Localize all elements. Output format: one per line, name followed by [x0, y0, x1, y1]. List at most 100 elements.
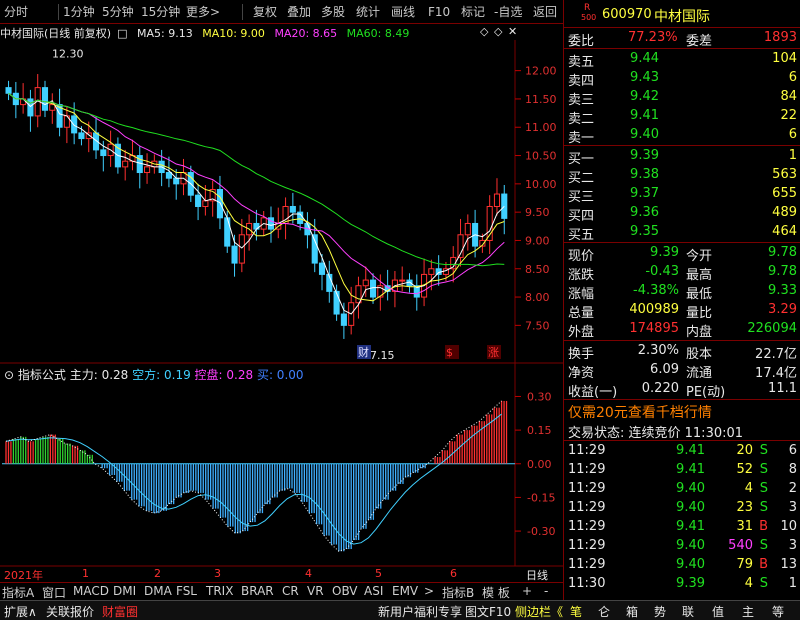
tool-lun[interactable]: 仑	[598, 603, 610, 620]
tool-bi[interactable]: 笔	[570, 603, 582, 620]
tool-xiang[interactable]: 箱	[626, 603, 638, 620]
tool-zhu[interactable]: 主	[742, 603, 754, 620]
tool-deng[interactable]: 等	[772, 603, 784, 620]
tick-row[interactable]: 11:29 9.40 23 S 3	[564, 499, 800, 518]
candle-body	[41, 87, 49, 111]
wealth-circle-button[interactable]: 财富圈	[102, 603, 138, 620]
related-quote-button[interactable]: 关联报价	[46, 603, 94, 620]
ma60-label: MA60: 8.49	[346, 27, 410, 40]
candle-body	[195, 194, 202, 207]
tick-row[interactable]: 11:29 9.41 20 S 6	[564, 442, 800, 461]
back-button[interactable]: 返回	[533, 3, 557, 21]
tab-more[interactable]: 更多>	[186, 3, 220, 21]
tick-row[interactable]: 11:30 9.39 4 S 1	[564, 575, 800, 594]
f10-graphic-button[interactable]: 图文F10	[465, 603, 511, 620]
low-price-label: 7.15	[370, 349, 395, 362]
promo-link[interactable]: 仅需20元查看千档行情	[568, 402, 712, 422]
bid-row[interactable]: 买三 9.37 655	[564, 185, 800, 205]
fund-row[interactable]: 换手 2.30% 股本 22.7亿	[564, 342, 800, 362]
tick-row[interactable]: 11:29 9.40 540 S 3	[564, 537, 800, 556]
ask-price: 9.42	[630, 89, 659, 104]
tab-5min[interactable]: 5分钟	[102, 3, 134, 21]
ask-row[interactable]: 卖四 9.43 6	[564, 69, 800, 89]
quote-row[interactable]: 涨跌 -0.43 最高 9.78	[564, 263, 800, 283]
zoom-in-button[interactable]: +	[522, 584, 532, 598]
quote-row[interactable]: 外盘 174895 内盘 226094	[564, 320, 800, 340]
tab-macd[interactable]: MACD	[73, 584, 109, 598]
favorites-button[interactable]: -自选	[494, 3, 522, 21]
overlay-button[interactable]: 叠加	[287, 3, 311, 21]
fund-value: 11.1	[768, 381, 797, 396]
new-user-benefit-link[interactable]: 新用户福利专享	[378, 603, 462, 620]
tick-price: 9.41	[676, 443, 705, 458]
quote-row[interactable]: 现价 9.39 今开 9.78	[564, 244, 800, 264]
tab-asi[interactable]: ASI	[364, 584, 383, 598]
indicator-title[interactable]: 指标公式	[18, 368, 66, 382]
tick-row[interactable]: 11:29 9.40 4 S 2	[564, 480, 800, 499]
ask-level-label: 卖一	[568, 131, 595, 146]
tab-trix[interactable]: TRIX	[206, 584, 233, 598]
stock-code: 600970	[602, 7, 652, 22]
ask-row[interactable]: 卖一 9.40 6	[564, 126, 800, 146]
bid-row[interactable]: 买五 9.35 464	[564, 223, 800, 243]
diamond-icon[interactable]: ◇	[480, 25, 488, 38]
tab-fenshi[interactable]: 分时	[4, 3, 28, 21]
square-icon[interactable]: □	[117, 27, 127, 40]
tab-emv[interactable]: EMV	[392, 584, 418, 598]
tab-indicator-b[interactable]: 指标B	[442, 584, 474, 601]
circle-down-icon[interactable]: ⊙	[4, 368, 14, 382]
chart-labels: 12.30 7.15财 $ 涨	[52, 48, 501, 362]
tick-row[interactable]: 11:29 9.41 52 S 8	[564, 461, 800, 480]
bid-row[interactable]: 买四 9.36 489	[564, 204, 800, 224]
tab-obv[interactable]: OBV	[332, 584, 358, 598]
tab-15min[interactable]: 15分钟	[141, 3, 180, 21]
mark-button[interactable]: 标记	[461, 3, 485, 21]
period-label[interactable]: 日线	[526, 567, 548, 583]
ask-volume: 22	[780, 108, 797, 123]
ask-row[interactable]: 卖三 9.42 84	[564, 88, 800, 108]
tab-cr[interactable]: CR	[282, 584, 299, 598]
expand-button[interactable]: 扩展∧	[4, 603, 37, 620]
diamond-icon[interactable]: ◇	[494, 25, 502, 38]
tab-template[interactable]: 模 板	[482, 584, 510, 601]
tick-row[interactable]: 11:29 9.40 79 B 13	[564, 556, 800, 575]
zoom-out-button[interactable]: -	[544, 584, 548, 598]
ask-row[interactable]: 卖二 9.41 22	[564, 107, 800, 127]
quote-row[interactable]: 总量 400989 量比 3.29	[564, 301, 800, 321]
price-tick-label: 8.00	[525, 291, 550, 304]
fund-row[interactable]: 收益(一) 0.220 PE(动) 11.1	[564, 380, 800, 400]
quote-label: 内盘	[686, 325, 713, 340]
stats-button[interactable]: 统计	[356, 3, 380, 21]
chevron-right-icon[interactable]: >	[424, 584, 434, 598]
sidebar-toggle-button[interactable]: 侧边栏《	[515, 603, 563, 620]
bid-row[interactable]: 买一 9.39 1	[564, 147, 800, 167]
tab-dma[interactable]: DMA	[144, 584, 172, 598]
draw-button[interactable]: 画线	[391, 3, 415, 21]
close-icon[interactable]: ✕	[508, 25, 517, 38]
tab-fsl[interactable]: FSL	[176, 584, 197, 598]
quote-row[interactable]: 涨幅 -4.38% 最低 9.33	[564, 282, 800, 302]
tab-window[interactable]: 窗口	[42, 584, 66, 601]
ask-row[interactable]: 卖五 9.44 104	[564, 50, 800, 70]
stock-header: R 500 600970 中材国际	[564, 3, 800, 25]
kline-chart[interactable]: 12.0011.5011.0010.5010.009.509.008.508.0…	[0, 40, 563, 582]
tick-row[interactable]: 11:29 9.41 31 B 10	[564, 518, 800, 537]
tab-brar[interactable]: BRAR	[241, 584, 274, 598]
f10-button[interactable]: F10	[428, 3, 450, 21]
fund-row[interactable]: 净资 6.09 流通 17.4亿	[564, 361, 800, 381]
tab-indicator-a[interactable]: 指标A	[2, 584, 34, 601]
promo-row[interactable]: 仅需20元查看千档行情	[564, 401, 800, 422]
candle-body	[399, 279, 406, 282]
multi-stock-button[interactable]: 多股	[321, 3, 345, 21]
candle-body	[340, 313, 347, 326]
tool-lian[interactable]: 联	[682, 603, 694, 620]
tab-1min[interactable]: 1分钟	[63, 3, 95, 21]
tab-vr[interactable]: VR	[307, 584, 324, 598]
quote-value: 9.33	[768, 283, 797, 298]
bid-row[interactable]: 买二 9.38 563	[564, 166, 800, 186]
tool-shi[interactable]: 势	[654, 603, 666, 620]
tab-dmi[interactable]: DMI	[113, 584, 136, 598]
x-axis: 2021年 1 2 3 4 5 6 日线	[0, 566, 563, 582]
fuquan-button[interactable]: 复权	[253, 3, 277, 21]
tool-zhi[interactable]: 值	[712, 603, 724, 620]
